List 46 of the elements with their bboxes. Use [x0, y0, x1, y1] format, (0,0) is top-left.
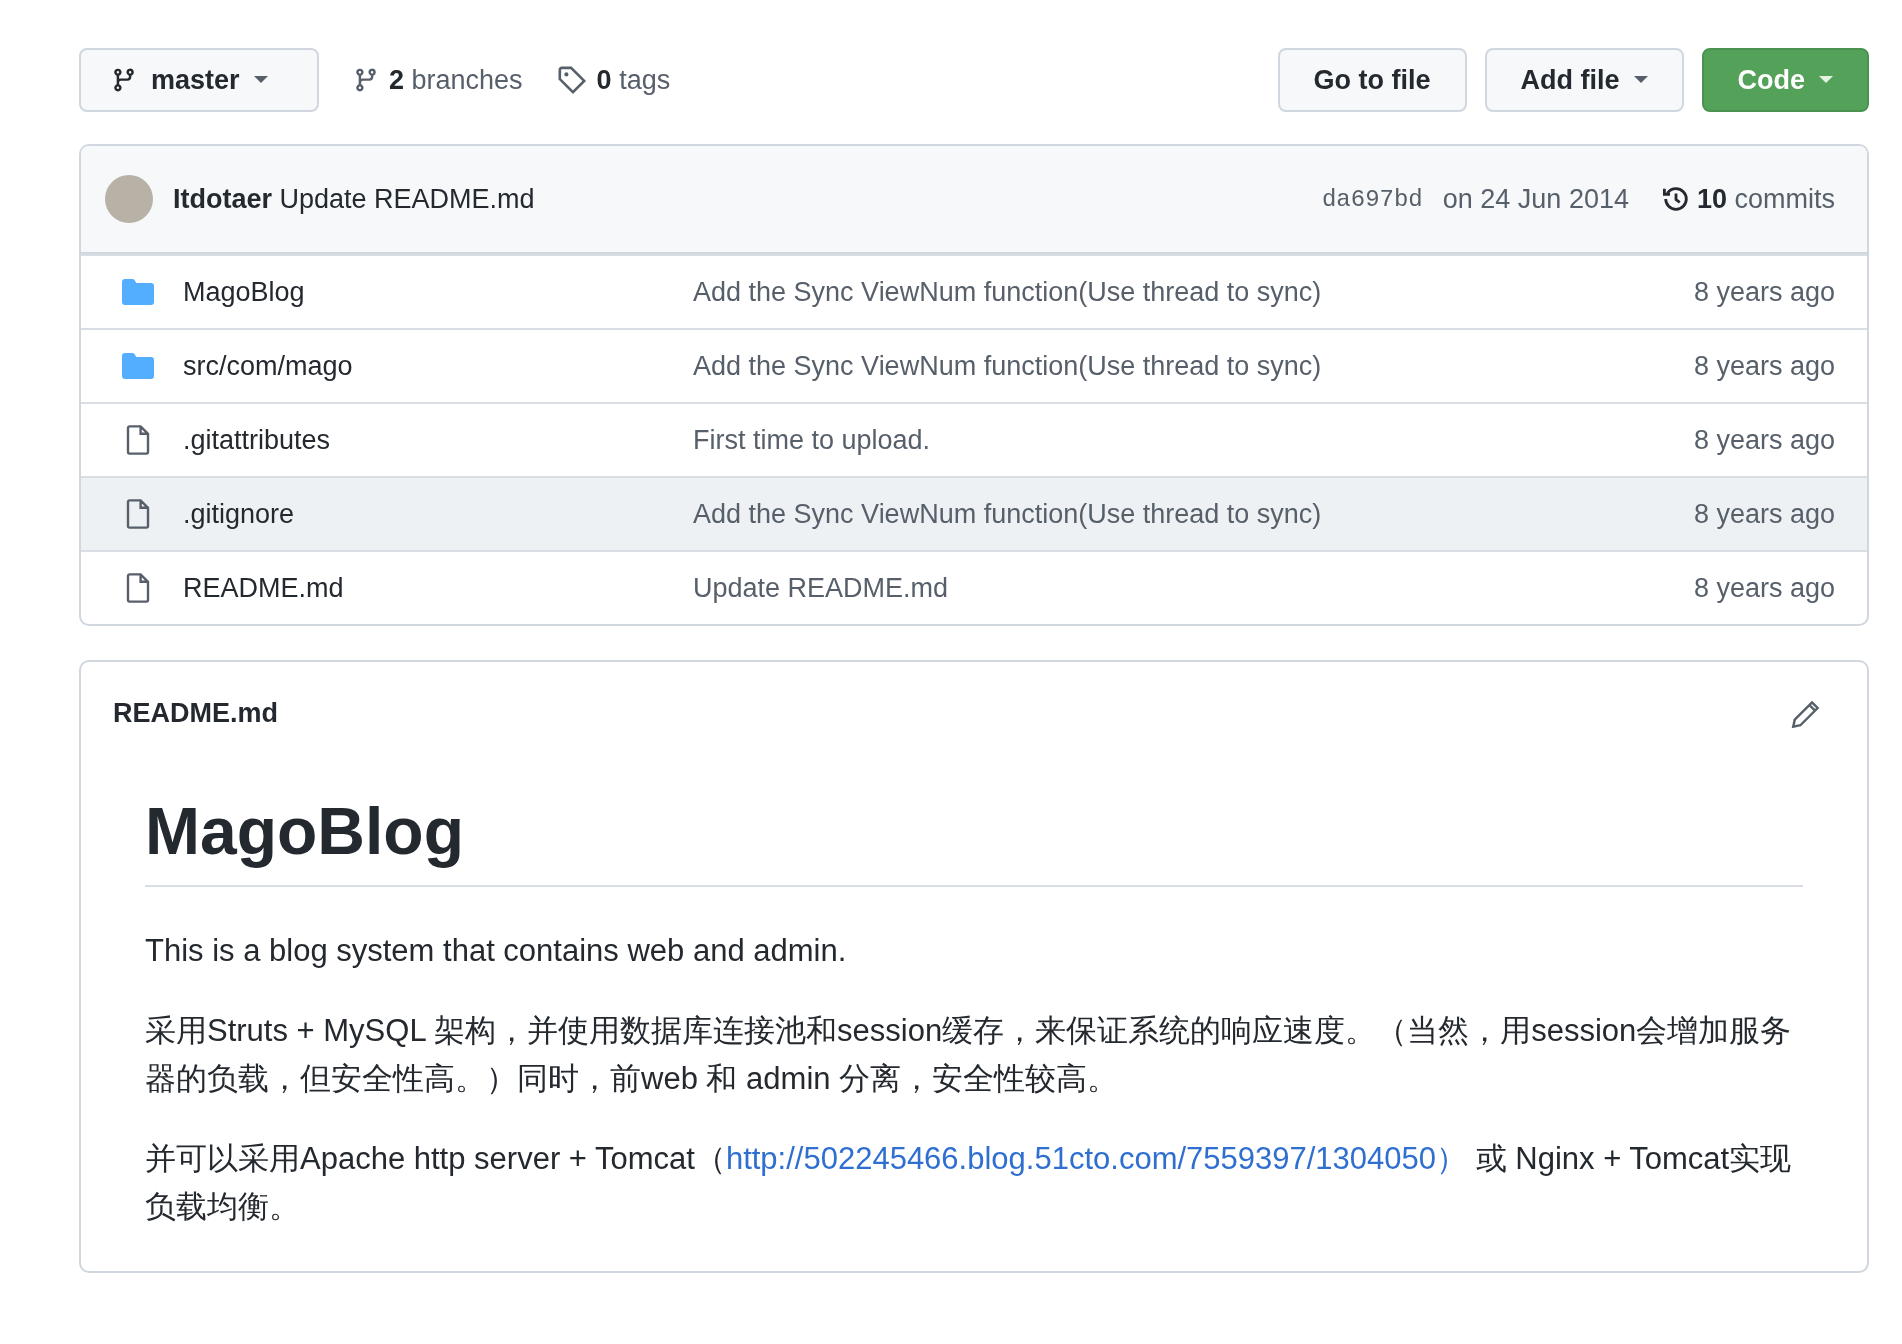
commit-age: 8 years ago: [1693, 498, 1835, 530]
file-name[interactable]: README.md: [183, 572, 673, 604]
branch-dropdown[interactable]: master: [79, 48, 319, 112]
commit-message[interactable]: Itdotaer Update README.md: [173, 183, 1302, 215]
file-row[interactable]: README.md Update README.md 8 years ago: [81, 550, 1867, 624]
button[interactable]: Add file: [1484, 48, 1684, 112]
tags-link[interactable]: 0 tags: [556, 64, 671, 96]
commit-hash[interactable]: da697bd: [1321, 185, 1423, 213]
commit-age: 8 years ago: [1693, 572, 1835, 604]
readme-paragraph: This is a blog system that contains web and admin.: [145, 932, 848, 970]
commit-message[interactable]: First time to upload.: [693, 424, 1674, 456]
file-name[interactable]: .gitattributes: [183, 424, 673, 456]
folder-icon: [122, 353, 154, 379]
readme-paragraph: 并可以采用Apache http server + Tomcat（http://502245466.blog.51cto.com/7559397/1304050） 或 Nginx + Tomcat实现负载均衡。: [145, 1140, 1793, 1226]
readme-filename: README.md: [113, 698, 278, 729]
branch-icon: [111, 67, 137, 93]
commit-message[interactable]: Add the Sync ViewNum function(Use thread to sync): [693, 350, 1674, 382]
file-row[interactable]: MagoBlog Add the Sync ViewNum function(Use thread to sync) 8 years ago: [81, 254, 1867, 328]
caret-icon: [253, 76, 268, 84]
file-name[interactable]: src/com/mago: [183, 350, 673, 382]
file-icon: [126, 425, 150, 455]
file-icon: [126, 573, 150, 603]
file-name[interactable]: .gitignore: [183, 498, 673, 530]
commit-age: 8 years ago: [1693, 424, 1835, 456]
url-link[interactable]: http://502245466.blog.51cto.com/7559397/1304050）: [725, 1141, 1468, 1176]
history-icon: [1660, 184, 1691, 214]
commits-link[interactable]: 10 commits: [1660, 183, 1835, 215]
commit-age: 8 years ago: [1693, 350, 1835, 382]
tag-icon: [556, 65, 587, 95]
avatar: [105, 175, 153, 223]
file-row[interactable]: .gitignore Add the Sync ViewNum function(Use thread to sync) 8 years ago: [81, 476, 1867, 550]
pencil-icon[interactable]: [1791, 698, 1821, 729]
file-icon: [126, 499, 150, 529]
readme-paragraph: 采用Struts + MySQL 架构，并使用数据库连接池和session缓存，来保证系统的响应速度。（当然，用session会增加服务器的负载，但安全性高。）同时，前web 和 admin 分离，安全性较高。: [145, 1012, 1793, 1098]
folder-icon: [122, 279, 154, 305]
commit-message[interactable]: Update README.md: [693, 572, 1674, 604]
button[interactable]: Go to file: [1277, 48, 1467, 112]
file-row[interactable]: src/com/mago Add the Sync ViewNum function(Use thread to sync) 8 years ago: [81, 328, 1867, 402]
commit-message[interactable]: Add the Sync ViewNum function(Use thread to sync): [693, 498, 1674, 530]
commit-message[interactable]: Add the Sync ViewNum function(Use thread to sync): [693, 276, 1674, 308]
commit-age: 8 years ago: [1693, 276, 1835, 308]
branches-link[interactable]: 2 branches: [353, 64, 523, 96]
commit-date: on 24 Jun 2014: [1442, 183, 1629, 215]
readme-heading: MagoBlog: [145, 793, 1803, 887]
file-name[interactable]: MagoBlog: [183, 276, 673, 308]
branch-icon: [353, 67, 379, 93]
